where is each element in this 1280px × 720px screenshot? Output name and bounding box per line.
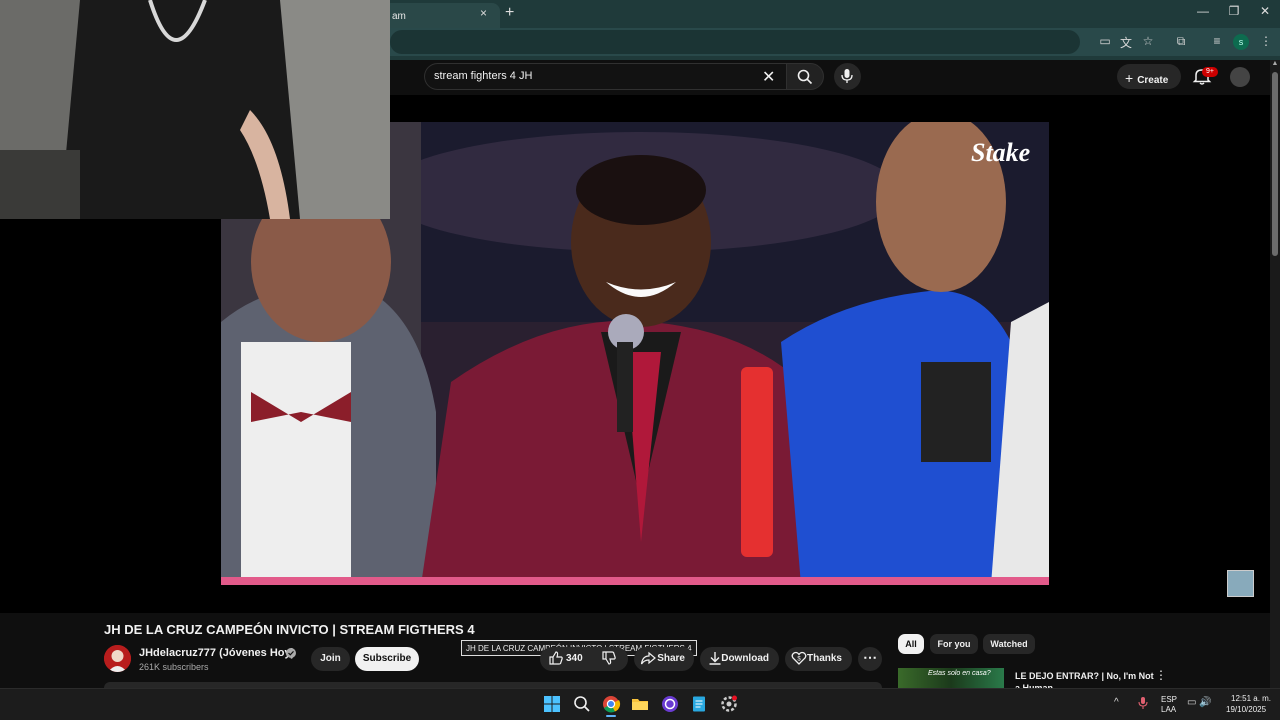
- search-query[interactable]: stream fighters 4 JH: [434, 70, 532, 82]
- chrome-icon[interactable]: [601, 694, 621, 714]
- thumbs-down-icon[interactable]: [601, 650, 617, 666]
- active-app-indicator: [606, 715, 616, 717]
- voice-search-button[interactable]: [834, 63, 861, 90]
- input-language[interactable]: ESP: [1161, 695, 1177, 704]
- download-icon: [709, 652, 721, 665]
- window-close-button[interactable]: ✕: [1250, 4, 1280, 18]
- recommendation-menu-icon[interactable]: ⋮: [1155, 668, 1167, 682]
- profile-avatar[interactable]: s: [1233, 34, 1249, 50]
- browser-menu-icon[interactable]: ⋮: [1257, 34, 1275, 50]
- file-explorer-icon[interactable]: [630, 694, 650, 714]
- restore-button[interactable]: ❐: [1219, 4, 1249, 18]
- translate-icon[interactable]: 文: [1117, 34, 1135, 50]
- more-actions-button[interactable]: ⋯: [858, 647, 882, 671]
- tab-close-icon[interactable]: ×: [480, 6, 487, 20]
- new-tab-button[interactable]: +: [505, 4, 514, 22]
- thumbnail-caption: Estas solo en casa?: [928, 670, 991, 677]
- scroll-up-arrow-icon[interactable]: ▲: [1270, 60, 1280, 70]
- join-button[interactable]: Join: [311, 647, 350, 671]
- notification-count-badge: 9+: [1202, 67, 1218, 77]
- recommended-video-title[interactable]: LE DEJO ENTRAR? | No, I'm Not a Human: [1015, 670, 1155, 688]
- clear-search-icon[interactable]: ✕: [762, 67, 775, 87]
- chip-watched[interactable]: Watched: [983, 634, 1035, 654]
- account-avatar[interactable]: [1230, 67, 1250, 87]
- microphone-icon: [841, 69, 853, 83]
- channel-name[interactable]: JHdelacruz777 (Jóvenes Hoy): [139, 647, 294, 659]
- search-button[interactable]: [786, 63, 824, 90]
- subscriber-count: 261K subscribers: [139, 662, 209, 672]
- input-layout[interactable]: LAA: [1161, 705, 1176, 714]
- settings-gear-icon[interactable]: [719, 694, 739, 714]
- clock-time[interactable]: 12:51 a. m.: [1231, 694, 1271, 703]
- windows-start-icon[interactable]: [542, 694, 562, 714]
- network-volume-icons[interactable]: ▭ 🔊: [1187, 697, 1212, 708]
- like-count[interactable]: 340: [566, 653, 583, 664]
- scrollbar-thumb[interactable]: [1272, 72, 1278, 256]
- chip-all[interactable]: All: [898, 634, 924, 654]
- channel-watermark[interactable]: [1227, 570, 1254, 597]
- taskbar-search-icon[interactable]: [572, 694, 592, 714]
- share-arrow-icon: [640, 651, 656, 665]
- search-icon: [797, 69, 813, 85]
- thumbs-up-icon[interactable]: [548, 650, 564, 666]
- address-bar[interactable]: [390, 30, 1080, 54]
- create-label: Create: [1137, 75, 1169, 86]
- webcam-scene: [0, 0, 390, 219]
- verified-icon: [286, 648, 296, 658]
- sponsor-logo: Stake: [971, 138, 1031, 167]
- tab-title: am: [392, 11, 406, 22]
- video-title: JH DE LA CRUZ CAMPEÓN INVICTO | STREAM F…: [104, 622, 475, 637]
- channel-avatar-image: [104, 645, 131, 672]
- minimize-button[interactable]: —: [1188, 4, 1218, 18]
- chip-for-you[interactable]: For you: [930, 634, 978, 654]
- channel-avatar[interactable]: [104, 645, 131, 672]
- notepad-icon[interactable]: [689, 694, 709, 714]
- plus-icon: +: [1125, 70, 1134, 86]
- create-button[interactable]: + Create: [1117, 64, 1181, 89]
- subscribe-button[interactable]: Subscribe: [355, 647, 419, 671]
- clock-date[interactable]: 19/10/2025: [1226, 705, 1266, 714]
- cast-icon[interactable]: ▭: [1096, 34, 1114, 50]
- app-circle-icon[interactable]: [660, 694, 680, 714]
- super-thanks-icon: $: [791, 651, 807, 665]
- streamer-webcam-overlay: [0, 0, 390, 219]
- media-controls-icon[interactable]: ≡: [1208, 34, 1226, 50]
- extensions-icon[interactable]: ⧉: [1172, 34, 1190, 50]
- microphone-in-use-icon[interactable]: [1137, 696, 1149, 710]
- bookmark-star-icon[interactable]: ☆: [1139, 34, 1157, 50]
- show-hidden-icons-chevron-icon[interactable]: ^: [1114, 697, 1119, 708]
